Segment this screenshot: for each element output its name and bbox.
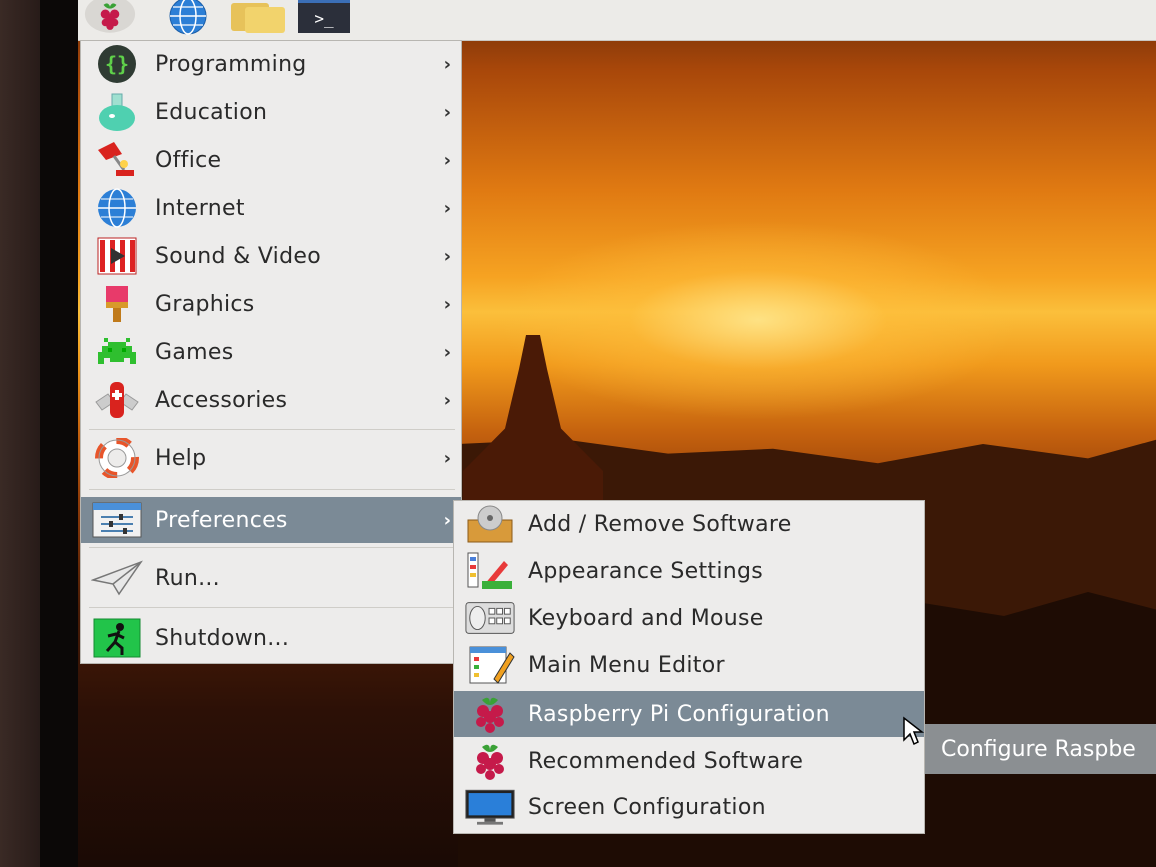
raspberry-pi-icon [464,694,516,734]
menu-separator [89,489,455,490]
menu-item-games[interactable]: Games › [81,329,461,375]
menu-item-run[interactable]: Run... [81,555,461,601]
bezel-edge [40,0,80,867]
menu-item-label: Accessories [155,387,288,413]
mouse-cursor-icon [903,716,925,746]
menu-item-graphics[interactable]: Graphics › [81,281,461,327]
submenu-item-label: Raspberry Pi Configuration [528,701,830,727]
web-browser-button[interactable] [162,0,214,36]
menu-separator [89,547,455,548]
terminal-icon: >_ [298,0,350,33]
chevron-right-icon: › [443,53,451,75]
menu-item-preferences[interactable]: Preferences › [81,497,461,543]
menu-item-label: Shutdown... [155,625,290,651]
chevron-right-icon: › [443,245,451,267]
chevron-right-icon: › [443,149,451,171]
submenu-item-add-remove-software[interactable]: Add / Remove Software [454,501,924,547]
chevron-right-icon: › [443,509,451,531]
accessories-icon [91,380,143,420]
menu-item-label: Programming [155,51,307,77]
raspberry-pi-icon [464,741,516,781]
main-menu-editor-icon [464,645,516,685]
shutdown-icon [91,618,143,658]
raspberry-pi-menu-button[interactable] [84,0,136,36]
file-manager-icon [231,0,285,33]
internet-icon [91,188,143,228]
submenu-item-appearance-settings[interactable]: Appearance Settings [454,548,924,594]
menu-item-education[interactable]: Education › [81,89,461,135]
menu-item-label: Preferences [155,507,288,533]
menu-item-internet[interactable]: Internet › [81,185,461,231]
menu-item-sound-video[interactable]: Sound & Video › [81,233,461,279]
graphics-icon [91,284,143,324]
monitor-bezel [0,0,80,867]
menu-item-label: Run... [155,565,220,591]
education-icon [91,92,143,132]
games-icon [91,332,143,372]
submenu-item-screen-configuration[interactable]: Screen Configuration [454,784,924,830]
wallpaper-sun-glow [498,220,1018,420]
submenu-item-label: Screen Configuration [528,794,766,820]
terminal-glyph: >_ [314,8,334,28]
help-icon [91,438,143,478]
preferences-icon [91,500,143,540]
keyboard-mouse-icon [464,598,516,638]
menu-item-help[interactable]: Help › [81,435,461,481]
main-menu: {} Programming › Education › Office › In… [80,40,462,664]
office-icon [91,140,143,180]
preferences-submenu: Add / Remove Software Appearance Setting… [453,500,925,834]
file-manager-button[interactable] [231,0,285,36]
programming-icon: {} [91,44,143,84]
chevron-right-icon: › [443,197,451,219]
submenu-item-label: Add / Remove Software [528,511,792,537]
menu-item-label: Education [155,99,268,125]
raspberry-pi-menu-icon [84,0,136,33]
submenu-item-recommended-software[interactable]: Recommended Software [454,738,924,784]
menu-item-label: Graphics [155,291,255,317]
chevron-right-icon: › [443,447,451,469]
sound-video-icon [91,236,143,276]
submenu-item-label: Keyboard and Mouse [528,605,764,631]
menu-item-programming[interactable]: {} Programming › [81,41,461,87]
menu-item-label: Office [155,147,222,173]
submenu-item-keyboard-mouse[interactable]: Keyboard and Mouse [454,595,924,641]
submenu-item-main-menu-editor[interactable]: Main Menu Editor [454,642,924,688]
terminal-button[interactable]: >_ [298,0,350,36]
submenu-item-label: Recommended Software [528,748,804,774]
menu-separator [89,429,455,430]
menu-separator [89,607,455,608]
web-browser-icon [169,0,207,35]
add-remove-software-icon [464,504,516,544]
menu-item-accessories[interactable]: Accessories › [81,377,461,423]
menu-item-label: Sound & Video [155,243,321,269]
chevron-right-icon: › [443,341,451,363]
chevron-right-icon: › [443,293,451,315]
submenu-item-label: Appearance Settings [528,558,764,584]
menu-item-label: Help [155,445,207,471]
monitor-icon [464,787,516,827]
chevron-right-icon: › [443,389,451,411]
svg-text:{}: {} [105,52,129,76]
menu-item-office[interactable]: Office › [81,137,461,183]
run-icon [91,558,143,598]
tooltip: Configure Raspbe [925,724,1156,774]
menu-item-shutdown[interactable]: Shutdown... [81,615,461,661]
taskbar-panel: >_ [78,0,1156,41]
tooltip-text: Configure Raspbe [941,736,1136,762]
submenu-item-label: Main Menu Editor [528,652,725,678]
submenu-item-raspberry-pi-configuration[interactable]: Raspberry Pi Configuration [454,691,924,737]
appearance-settings-icon [464,551,516,591]
menu-item-label: Games [155,339,234,365]
chevron-right-icon: › [443,101,451,123]
menu-item-label: Internet [155,195,245,221]
